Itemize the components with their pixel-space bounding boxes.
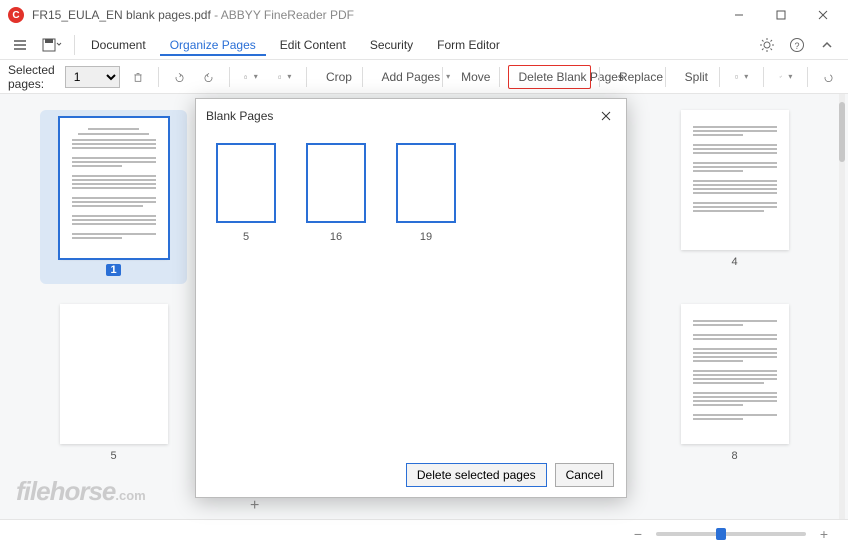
page-number: 19 [420,231,432,243]
blank-pages-dialog: Blank Pages 5 16 19 Delete selected page… [195,98,627,498]
dialog-title: Blank Pages [206,109,273,123]
delete-selected-pages-button[interactable]: Delete selected pages [406,463,547,487]
dialog-close-icon[interactable] [596,106,616,126]
dialog-page-thumbnail[interactable]: 16 [306,143,366,443]
dialog-page-thumbnail[interactable]: 5 [216,143,276,443]
page-number: 5 [243,231,249,243]
dialog-mask: Blank Pages 5 16 19 Delete selected page… [0,0,848,547]
page-number: 16 [330,231,342,243]
cancel-button[interactable]: Cancel [555,463,614,487]
dialog-page-thumbnail[interactable]: 19 [396,143,456,443]
